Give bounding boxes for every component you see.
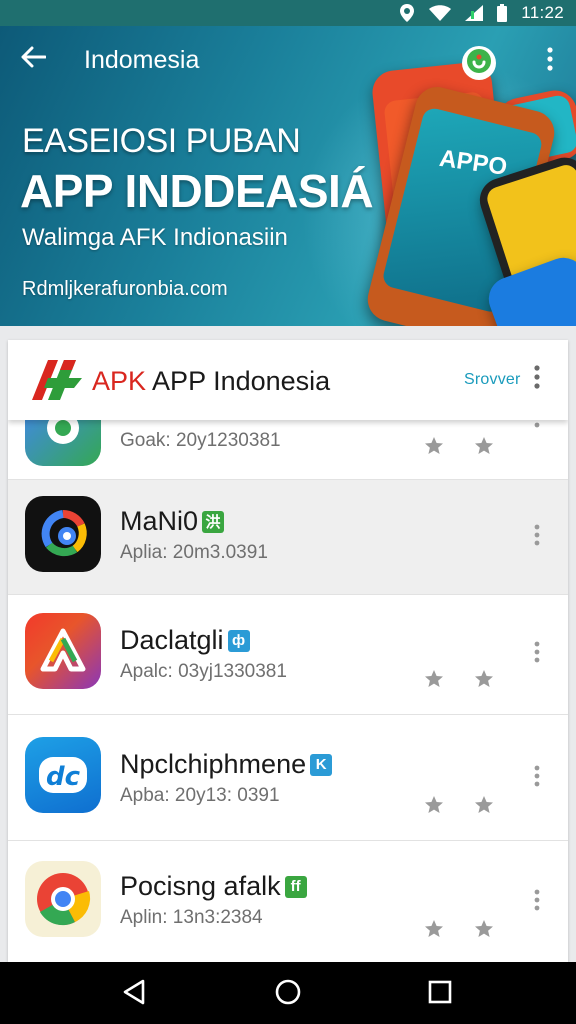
star-icon[interactable]	[424, 669, 444, 689]
battery-icon	[497, 4, 508, 22]
row-menu-button[interactable]	[528, 763, 546, 793]
more-vertical-icon	[534, 364, 540, 394]
nav-back-icon	[122, 979, 146, 1010]
app-badge[interactable]	[462, 46, 496, 80]
arrow-left-icon	[20, 46, 47, 73]
brand-name: APP Indonesia	[152, 366, 331, 396]
app-meta: Apba: 20y13: 0391	[120, 785, 280, 806]
app-name: MaNi0 洪	[120, 506, 225, 537]
brand-title: APK APP Indonesia	[92, 366, 330, 397]
apk-logo-icon	[32, 360, 82, 400]
star-icon[interactable]	[474, 795, 494, 815]
app-bar-title: Indomesia	[84, 46, 200, 74]
card-header: APK APP Indonesia Srovver	[8, 340, 568, 420]
list-item[interactable]: Pocisng afalk ff Aplin: 13n3:2384	[8, 841, 568, 962]
status-time: 11:22	[521, 3, 564, 22]
app-name-text: Pocisng afalk	[120, 871, 281, 901]
hero-subtitle: Walimga AFK Indionasiin	[22, 224, 288, 251]
refresh-icon	[466, 48, 492, 79]
star-icon[interactable]	[424, 795, 444, 815]
star-icon[interactable]	[474, 436, 494, 456]
app-name-text: Npclchiphmene	[120, 749, 307, 779]
more-vertical-icon	[547, 46, 553, 76]
app-meta: Aplia: 20m3.0391	[120, 542, 268, 563]
list-item[interactable]: Daclatgli ф Apalc: 03yj1330381	[8, 595, 568, 715]
app-name: Daclatgli ф	[120, 625, 250, 656]
hero-banner: APPO Indomesia EASEIOSI PUBAN APP INDDEA…	[0, 26, 576, 326]
nav-home-icon	[275, 979, 301, 1010]
star-icon[interactable]	[474, 669, 494, 689]
app-meta: Aplin: 13n3:2384	[120, 907, 263, 928]
system-nav-bar	[0, 962, 576, 1024]
row-menu-button[interactable]	[528, 639, 546, 669]
app-meta: Apalc: 03yj1330381	[120, 661, 287, 682]
header-menu-button[interactable]	[528, 364, 546, 394]
app-tag-badge: ф	[227, 629, 250, 652]
svg-text:dc: dc	[46, 762, 81, 792]
more-vertical-icon	[534, 641, 540, 668]
header-action-link[interactable]: Srovver	[464, 371, 521, 389]
wifi-icon	[429, 5, 452, 21]
brand-prefix: APK	[92, 366, 147, 396]
row-menu-button[interactable]	[528, 522, 546, 552]
more-vertical-icon	[534, 765, 540, 792]
app-name-text: Daclatgli	[120, 625, 224, 655]
star-icon[interactable]	[474, 919, 494, 939]
back-button[interactable]	[14, 40, 52, 78]
app-name: Pocisng afalk ff	[120, 871, 307, 902]
chrome-app-icon	[25, 861, 101, 937]
app-tag-badge: 洪	[202, 510, 225, 533]
overflow-menu-button[interactable]	[536, 44, 564, 78]
location-icon	[399, 4, 415, 22]
app-tag-badge: K	[310, 753, 333, 776]
hero-kicker: EASEIOSI PUBAN	[22, 122, 301, 160]
signal-icon	[465, 5, 484, 21]
star-icon[interactable]	[424, 436, 444, 456]
more-vertical-icon	[534, 524, 540, 551]
google-app-icon	[25, 496, 101, 572]
app-tag-badge: ff	[284, 875, 307, 898]
list-item[interactable]: dc Npclchiphmene K Apba: 20y13: 0391	[8, 715, 568, 841]
hero-url[interactable]: Rdmljkerafuronbia.com	[22, 278, 228, 301]
nav-back-button[interactable]	[119, 979, 149, 1009]
star-icon[interactable]	[424, 919, 444, 939]
app-list-card: Goak: 20y1230381 MaNi0 洪 Aplia: 20m3.039…	[8, 340, 568, 962]
hero-headline: APP INDDEASIÁ	[20, 165, 374, 217]
list-item[interactable]: MaNi0 洪 Aplia: 20m3.0391	[8, 480, 568, 595]
row-menu-button[interactable]	[528, 887, 546, 917]
drive-app-icon	[25, 613, 101, 689]
more-vertical-icon	[534, 889, 540, 916]
app-bar: Indomesia	[0, 26, 576, 92]
app-name-text: MaNi0	[120, 506, 199, 536]
nav-recents-button[interactable]	[425, 979, 455, 1009]
app-meta: Goak: 20y1230381	[120, 430, 281, 451]
app-name: Npclchiphmene K	[120, 749, 333, 780]
dc-app-icon: dc	[25, 737, 101, 813]
nav-home-button[interactable]	[273, 979, 303, 1009]
status-bar: 11:22	[0, 0, 576, 26]
nav-recents-icon	[428, 980, 452, 1009]
